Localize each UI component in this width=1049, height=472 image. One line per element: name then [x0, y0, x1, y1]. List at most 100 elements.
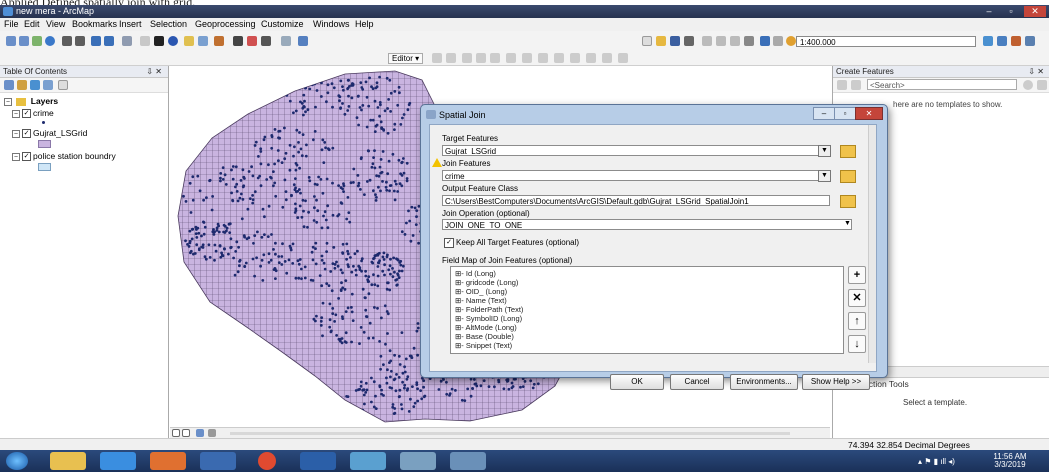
toc-layer-police-station[interactable]: – ✓ police station boundry [12, 151, 116, 162]
keep-all-targets-checkbox[interactable]: ✓ [444, 238, 454, 248]
dialog-maximize-button[interactable]: ▫ [834, 107, 856, 120]
sketch-properties-icon[interactable] [602, 53, 612, 63]
pan-icon[interactable] [32, 36, 42, 46]
arcmap-taskbar-icon[interactable] [400, 452, 436, 470]
create-features-icon[interactable] [618, 53, 628, 63]
data-view-icon[interactable] [172, 429, 180, 437]
split-icon[interactable] [554, 53, 564, 63]
clock[interactable]: 11:56 AM 3/3/2019 [980, 453, 1040, 469]
print-icon[interactable] [684, 36, 694, 46]
target-browse-folder-icon[interactable] [840, 145, 856, 158]
join-operation-arrow-icon[interactable]: ▼ [844, 220, 851, 227]
ok-button[interactable]: OK [610, 374, 664, 390]
forward-extent-icon[interactable] [104, 36, 114, 46]
toc-layers-root[interactable]: – Layers [4, 96, 58, 106]
edit-tool-icon[interactable] [432, 53, 442, 63]
field-map-item[interactable]: ⊞- FolderPath (Text) [455, 305, 523, 314]
layer-visibility-checkbox[interactable]: ✓ [22, 152, 31, 162]
menu-geoprocessing[interactable]: Geoprocessing [195, 19, 256, 29]
select-elements-icon[interactable] [154, 36, 164, 46]
layout-view-icon[interactable] [182, 429, 190, 437]
list-by-drawing-order-icon[interactable] [4, 80, 14, 90]
identify-icon[interactable] [168, 36, 178, 46]
menu-windows[interactable]: Windows [313, 19, 350, 29]
menu-help[interactable]: Help [355, 19, 374, 29]
editor-toolbar-icon[interactable] [983, 36, 993, 46]
menu-view[interactable]: View [46, 19, 65, 29]
editor-menu-button[interactable]: Editor ▾ [388, 53, 424, 64]
chrome-icon[interactable] [258, 452, 276, 470]
copy-icon[interactable] [716, 36, 726, 46]
field-map-item[interactable]: ⊞- SymbolID (Long) [455, 314, 522, 323]
new-document-icon[interactable] [642, 36, 652, 46]
dialog-minimize-button[interactable]: – [813, 107, 835, 120]
field-map-item[interactable]: ⊞- gridcode (Long) [455, 278, 518, 287]
layer-visibility-checkbox[interactable]: ✓ [22, 129, 31, 139]
reshape-icon[interactable] [522, 53, 532, 63]
toc-options-icon[interactable] [58, 80, 68, 90]
list-by-visibility-icon[interactable] [30, 80, 40, 90]
find-icon[interactable] [233, 36, 243, 46]
hyperlink-icon[interactable] [214, 36, 224, 46]
cut-polygons-icon[interactable] [538, 53, 548, 63]
collapse-icon[interactable]: – [12, 152, 20, 161]
show-help-button[interactable]: Show Help >> [802, 374, 870, 390]
field-map-item[interactable]: ⊞- Snippet (Text) [455, 341, 512, 350]
zoom-in-icon[interactable] [6, 36, 16, 46]
collapse-icon[interactable]: – [12, 109, 20, 118]
toc-window-icon[interactable] [997, 36, 1007, 46]
fixed-zoom-out-icon[interactable] [75, 36, 85, 46]
search-icon[interactable] [1023, 80, 1033, 90]
rotate-icon[interactable] [570, 53, 580, 63]
field-map-item[interactable]: ⊞- AltMode (Long) [455, 323, 517, 332]
maximize-button[interactable]: ▫ [1000, 6, 1022, 17]
refresh-icon[interactable] [196, 429, 204, 437]
edit-vertices-icon[interactable] [506, 53, 516, 63]
full-extent-icon[interactable] [45, 36, 55, 46]
file-explorer-icon[interactable] [50, 452, 86, 470]
word-icon[interactable] [300, 452, 336, 470]
time-slider-icon[interactable] [281, 36, 291, 46]
join-operation-select[interactable]: JOIN_ONE_TO_ONE [442, 219, 852, 230]
select-features-icon[interactable] [122, 36, 132, 46]
filter-templates-icon[interactable] [851, 80, 861, 90]
add-data-icon[interactable] [786, 36, 796, 46]
menu-selection[interactable]: Selection [150, 19, 187, 29]
toc-layer-crime[interactable]: – ✓ crime [12, 108, 54, 119]
create-features-pin-close[interactable]: ⇩ ✕ [1028, 66, 1044, 78]
search-app-icon[interactable] [350, 452, 386, 470]
field-map-item[interactable]: ⊞- Id (Long) [455, 269, 496, 278]
undo-icon[interactable] [760, 36, 770, 46]
menu-customize[interactable]: Customize [261, 19, 304, 29]
end-point-arc-icon[interactable] [476, 53, 486, 63]
close-window-button[interactable]: ✕ [1024, 6, 1046, 17]
menu-edit[interactable]: Edit [24, 19, 40, 29]
layer-window-icon[interactable] [298, 36, 308, 46]
zoom-out-icon[interactable] [19, 36, 29, 46]
trace-icon[interactable] [490, 53, 500, 63]
collapse-icon[interactable]: – [4, 97, 12, 106]
cancel-button[interactable]: Cancel [670, 374, 724, 390]
target-dropdown-arrow[interactable]: ▼ [818, 145, 831, 157]
back-extent-icon[interactable] [91, 36, 101, 46]
move-up-button[interactable]: ↑ [848, 312, 866, 330]
clear-search-icon[interactable] [1037, 80, 1047, 90]
dialog-close-button[interactable]: ✕ [855, 107, 883, 120]
join-dropdown-arrow[interactable]: ▼ [818, 170, 831, 182]
environments-button[interactable]: Environments... [730, 374, 798, 390]
menu-bookmarks[interactable]: Bookmarks [72, 19, 117, 29]
straight-segment-icon[interactable] [462, 53, 472, 63]
redo-icon[interactable] [773, 36, 783, 46]
photo-app-icon[interactable] [200, 452, 236, 470]
paste-icon[interactable] [730, 36, 740, 46]
remove-field-button[interactable]: ✕ [848, 289, 866, 307]
field-map-item[interactable]: ⊞- Base (Double) [455, 332, 514, 341]
menu-file[interactable]: File [4, 19, 19, 29]
html-popup-icon[interactable] [184, 36, 194, 46]
layer-visibility-checkbox[interactable]: ✓ [22, 109, 31, 119]
join-features-field[interactable]: crime [442, 170, 830, 181]
clear-selection-icon[interactable] [140, 36, 150, 46]
route-icon[interactable] [247, 36, 257, 46]
join-browse-folder-icon[interactable] [840, 170, 856, 183]
list-by-source-icon[interactable] [17, 80, 27, 90]
